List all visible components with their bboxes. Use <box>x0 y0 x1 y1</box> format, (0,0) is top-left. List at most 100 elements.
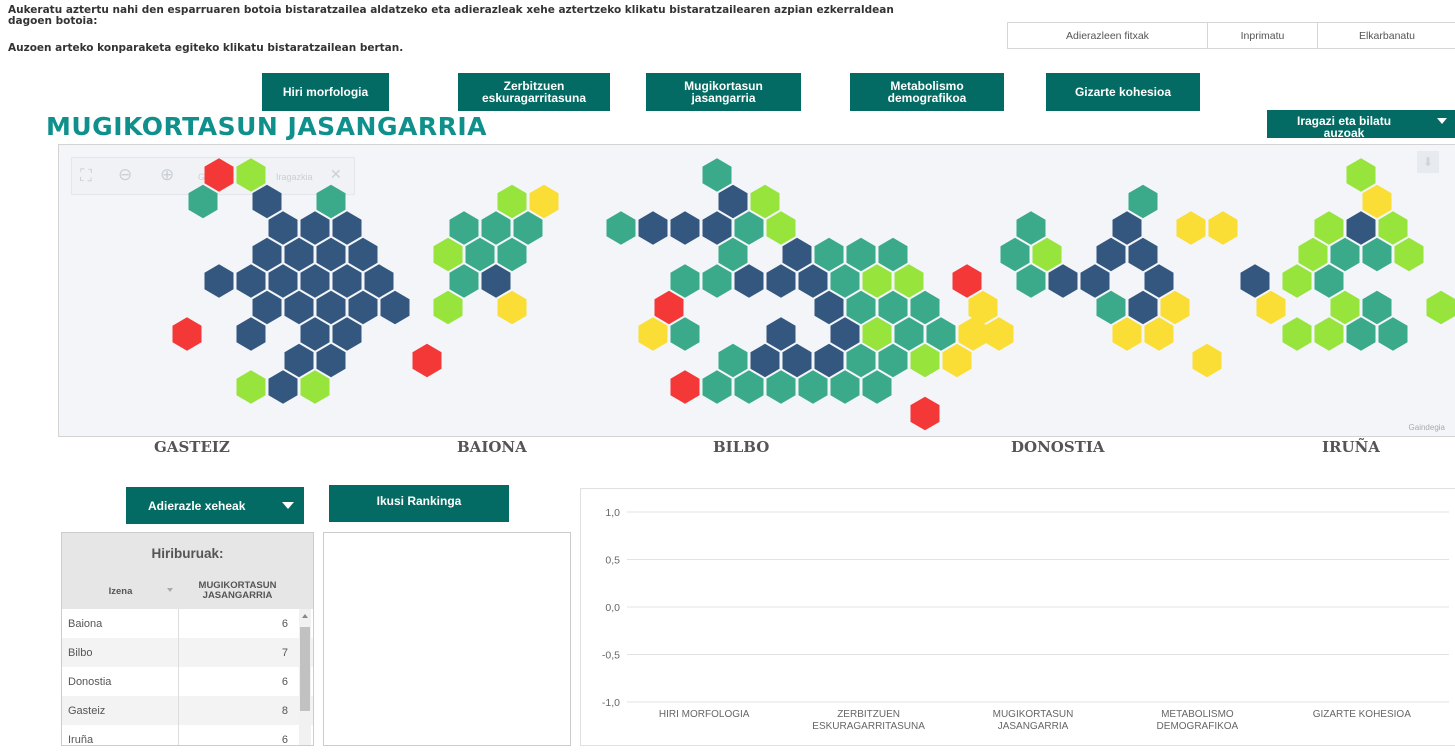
hexmap-panel[interactable]: ⛶ ⊖ ⊕ Garbitu ✕ Iragazkia ✕ ⬇ Gaindegia <box>58 144 1455 437</box>
neighbourhood-hex[interactable] <box>831 264 860 297</box>
neighbourhood-hex[interactable] <box>799 264 828 297</box>
neighbourhood-hex[interactable] <box>317 238 346 271</box>
neighbourhood-hex[interactable] <box>767 370 796 403</box>
neighbourhood-hex[interactable] <box>434 238 463 271</box>
scrollbar[interactable] <box>299 609 311 746</box>
neighbourhood-hex[interactable] <box>751 185 780 218</box>
neighbourhood-hex[interactable] <box>719 185 748 218</box>
neighbourhood-hex[interactable] <box>1347 211 1376 244</box>
neighbourhood-hex[interactable] <box>639 317 668 350</box>
indicator-sheets-button[interactable]: Adierazleen fitxak <box>1008 23 1208 48</box>
tab-metabolismo-demografikoa[interactable]: Metabolismodemografikoa <box>850 73 1004 111</box>
neighbourhood-hex[interactable] <box>953 264 982 297</box>
neighbourhood-hex[interactable] <box>735 264 764 297</box>
neighbourhood-hex[interactable] <box>767 211 796 244</box>
filter-search-dropdown[interactable]: Iragazi eta bilatu auzoak <box>1267 110 1455 138</box>
neighbourhood-hex[interactable] <box>285 344 314 377</box>
neighbourhood-hex[interactable] <box>253 238 282 271</box>
neighbourhood-hex[interactable] <box>317 185 346 218</box>
neighbourhood-hex[interactable] <box>1001 238 1030 271</box>
neighbourhood-hex[interactable] <box>639 211 668 244</box>
neighbourhood-hex[interactable] <box>237 158 266 191</box>
neighbourhood-hex[interactable] <box>1113 317 1142 350</box>
neighbourhood-hex[interactable] <box>655 291 684 324</box>
neighbourhood-hex[interactable] <box>1081 264 1110 297</box>
neighbourhood-hex[interactable] <box>671 211 700 244</box>
neighbourhood-hex[interactable] <box>1331 291 1360 324</box>
column-header-name[interactable]: Izena <box>62 573 179 609</box>
neighbourhood-hex[interactable] <box>301 211 330 244</box>
neighbourhood-hex[interactable] <box>831 317 860 350</box>
neighbourhood-hex[interactable] <box>879 291 908 324</box>
neighbourhood-hex[interactable] <box>863 370 892 403</box>
table-row[interactable]: Donostia6 <box>62 667 313 696</box>
neighbourhood-hex[interactable] <box>301 264 330 297</box>
neighbourhood-hex[interactable] <box>530 185 559 218</box>
ranking-button[interactable]: Ikusi Rankinga <box>329 485 509 522</box>
neighbourhood-hex[interactable] <box>317 291 346 324</box>
neighbourhood-hex[interactable] <box>911 344 940 377</box>
neighbourhood-hex[interactable] <box>1017 264 1046 297</box>
neighbourhood-hex[interactable] <box>767 264 796 297</box>
neighbourhood-hex[interactable] <box>349 291 378 324</box>
neighbourhood-hex[interactable] <box>703 264 732 297</box>
neighbourhood-hex[interactable] <box>1033 238 1062 271</box>
neighbourhood-hex[interactable] <box>1177 211 1206 244</box>
neighbourhood-hex[interactable] <box>1315 317 1344 350</box>
neighbourhood-hex[interactable] <box>237 264 266 297</box>
neighbourhood-hex[interactable] <box>1283 317 1312 350</box>
neighbourhood-hex[interactable] <box>1347 317 1376 350</box>
hex-group-baiona[interactable] <box>434 185 559 324</box>
neighbourhood-hex[interactable] <box>333 264 362 297</box>
neighbourhood-hex[interactable] <box>1315 264 1344 297</box>
neighbourhood-hex[interactable] <box>1129 185 1158 218</box>
scrollbar-thumb[interactable] <box>300 627 310 711</box>
neighbourhood-hex[interactable] <box>498 238 527 271</box>
neighbourhood-hex[interactable] <box>1017 211 1046 244</box>
neighbourhood-hex[interactable] <box>1129 238 1158 271</box>
neighbourhood-hex[interactable] <box>349 238 378 271</box>
neighbourhood-hex[interactable] <box>498 185 527 218</box>
neighbourhood-hex[interactable] <box>1347 158 1376 191</box>
neighbourhood-hex[interactable] <box>269 370 298 403</box>
neighbourhood-hex[interactable] <box>847 344 876 377</box>
table-row[interactable]: Bilbo7 <box>62 638 313 667</box>
neighbourhood-hex[interactable] <box>1379 317 1408 350</box>
neighbourhood-hex[interactable] <box>1049 264 1078 297</box>
indicators-dropdown[interactable]: Adierazle xeheak <box>126 487 304 524</box>
tab-mugikortasun-jasangarria[interactable]: Mugikortasunjasangarria <box>646 73 801 111</box>
neighbourhood-hex[interactable] <box>895 317 924 350</box>
neighbourhood-hex[interactable] <box>237 370 266 403</box>
neighbourhood-hex[interactable] <box>514 211 543 244</box>
neighbourhood-hex[interactable] <box>1257 291 1286 324</box>
neighbourhood-hex[interactable] <box>1363 185 1392 218</box>
tab-gizarte-kohesioa[interactable]: Gizarte kohesioa <box>1046 73 1200 111</box>
neighbourhood-hex[interactable] <box>1097 291 1126 324</box>
neighbourhood-hex[interactable] <box>703 158 732 191</box>
table-row[interactable]: Iruña6 <box>62 725 313 746</box>
neighbourhood-hex[interactable] <box>927 317 956 350</box>
hex-group-donostia[interactable] <box>953 185 1286 377</box>
neighbourhood-hex[interactable] <box>1427 291 1455 324</box>
neighbourhood-hex[interactable] <box>703 211 732 244</box>
neighbourhood-hex[interactable] <box>365 264 394 297</box>
hex-group-iruña[interactable] <box>1283 158 1455 350</box>
neighbourhood-hex[interactable] <box>450 211 479 244</box>
neighbourhood-hex[interactable] <box>607 211 636 244</box>
neighbourhood-hex[interactable] <box>1161 291 1190 324</box>
neighbourhood-hex[interactable] <box>719 238 748 271</box>
neighbourhood-hex[interactable] <box>1193 344 1222 377</box>
neighbourhood-hex[interactable] <box>719 344 748 377</box>
neighbourhood-hex[interactable] <box>301 370 330 403</box>
neighbourhood-hex[interactable] <box>703 370 732 403</box>
neighbourhood-hex[interactable] <box>767 317 796 350</box>
neighbourhood-hex[interactable] <box>1283 264 1312 297</box>
tab-hiri-morfologia[interactable]: Hiri morfologia <box>262 73 389 111</box>
table-row[interactable]: Gasteiz8 <box>62 696 313 725</box>
neighbourhood-hex[interactable] <box>799 370 828 403</box>
neighbourhood-hex[interactable] <box>205 264 234 297</box>
neighbourhood-hex[interactable] <box>863 264 892 297</box>
sort-icon[interactable] <box>167 588 173 592</box>
print-button[interactable]: Inprimatu <box>1208 23 1318 48</box>
neighbourhood-hex[interactable] <box>847 291 876 324</box>
